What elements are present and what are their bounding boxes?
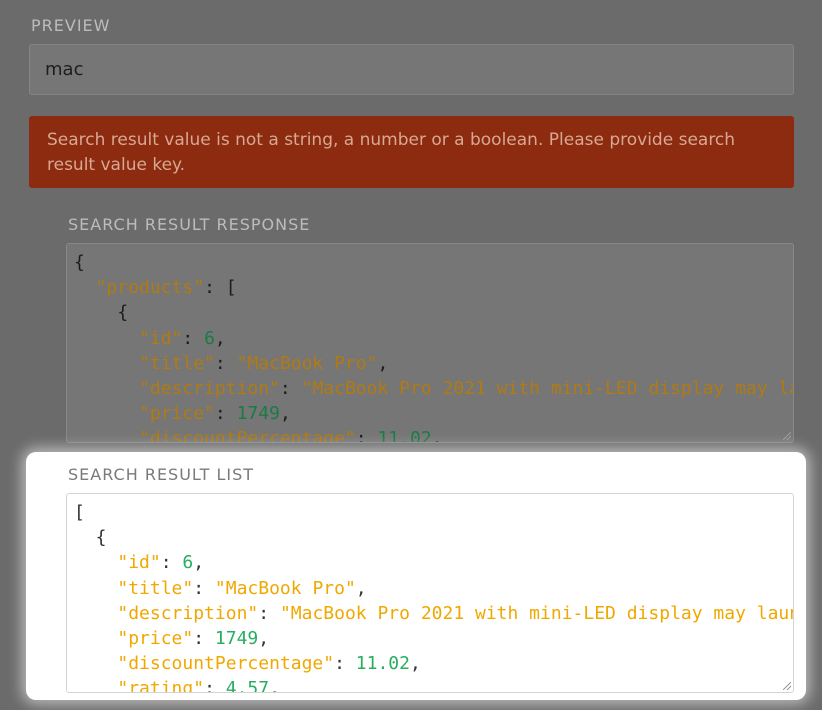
json-punctuation [74,678,117,692]
resize-handle-icon[interactable] [783,432,791,440]
json-punctuation [74,603,117,624]
json-string: "MacBook Pro" [214,577,356,599]
json-punctuation: : [160,552,183,574]
json-punctuation: , [279,403,291,425]
code-line: "price": 1749, [74,403,291,424]
json-number: 6 [204,327,215,349]
json-punctuation [74,552,117,573]
response-code: { "products": [ { "id": 6, "title": "Mac… [67,244,794,443]
code-line: "products": [ [74,277,237,298]
json-punctuation: , [409,653,421,675]
json-punctuation [74,628,117,649]
json-key: "description" [139,378,280,400]
code-line: { [74,527,107,548]
code-line: "title": "MacBook Pro", [74,577,367,599]
json-punctuation [74,378,139,399]
code-line: { [74,252,85,273]
json-key: "products" [95,277,205,299]
preview-label: PREVIEW [31,16,111,35]
json-punctuation [74,403,139,424]
json-key: "discountPercentage" [117,653,335,675]
json-key: "description" [117,602,259,624]
json-punctuation: : [193,628,215,650]
resize-handle-icon[interactable] [783,682,791,690]
code-line: "id": 6, [74,328,226,349]
search-result-response-textarea[interactable]: { "products": [ { "id": 6, "title": "Mac… [66,243,794,443]
json-punctuation: : [ [204,277,237,299]
json-punctuation: : [334,653,356,675]
json-punctuation: : [204,678,226,693]
code-line: "rating": 4.57, [74,678,280,693]
json-number: 11.02 [377,428,432,443]
json-punctuation: : [214,352,237,374]
code-line: "discountPercentage": 11.02, [74,428,443,443]
json-key: "id" [139,327,183,349]
json-punctuation: { [74,527,107,549]
json-key: "discountPercentage" [139,428,356,443]
json-key: "title" [117,577,194,599]
json-punctuation: , [193,552,205,574]
json-punctuation [74,328,139,349]
json-number: 4.57 [225,678,270,693]
json-punctuation: : [193,577,215,599]
json-punctuation: [ [74,502,85,523]
json-string: "MacBook Pro" [236,352,378,374]
json-number: 6 [182,552,194,574]
json-punctuation: { [74,302,129,324]
code-line: "title": "MacBook Pro", [74,353,388,374]
json-punctuation: , [258,628,270,650]
json-key: "rating" [117,678,205,693]
json-punctuation: : [258,602,280,624]
json-punctuation: , [431,428,443,443]
error-alert: Search result value is not a string, a n… [29,116,794,188]
preview-input[interactable] [29,44,794,95]
error-message: Search result value is not a string, a n… [47,130,736,175]
search-result-response-label: SEARCH RESULT RESPONSE [68,215,311,234]
json-punctuation [74,353,139,374]
json-number: 1749 [236,403,280,425]
json-punctuation: : [355,428,378,443]
json-punctuation: : [214,403,237,425]
code-line: [ [74,502,85,523]
json-punctuation [74,653,117,674]
search-result-list-textarea[interactable]: [ { "id": 6, "title": "MacBook Pro", "de… [66,493,794,693]
json-punctuation: : [182,327,205,349]
json-punctuation: : [279,378,302,400]
code-line: "description": "MacBook Pro 2021 with mi… [74,602,794,624]
json-punctuation: , [355,577,367,599]
json-key: "id" [117,552,161,574]
json-number: 1749 [214,628,259,650]
json-punctuation [74,578,117,599]
json-key: "price" [117,628,194,650]
code-line: "description": "MacBook Pro 2021 with mi… [74,378,794,400]
code-line: "discountPercentage": 11.02, [74,653,421,675]
search-result-list-label: SEARCH RESULT LIST [68,465,255,484]
json-punctuation: { [74,252,85,273]
json-key: "price" [139,403,215,425]
json-string: "MacBook Pro 2021 with mini-LED display … [279,602,794,624]
json-punctuation: , [269,678,280,693]
code-line: { [74,302,128,323]
json-punctuation: , [377,352,389,374]
json-punctuation: , [214,327,226,349]
json-punctuation [74,277,96,298]
json-key: "title" [139,352,215,374]
code-line: "id": 6, [74,552,204,573]
list-code: [ { "id": 6, "title": "MacBook Pro", "de… [67,494,794,693]
json-number: 11.02 [355,653,410,675]
json-string: "MacBook Pro 2021 with mini-LED display … [301,378,794,400]
json-punctuation [74,428,139,442]
code-line: "price": 1749, [74,628,269,649]
